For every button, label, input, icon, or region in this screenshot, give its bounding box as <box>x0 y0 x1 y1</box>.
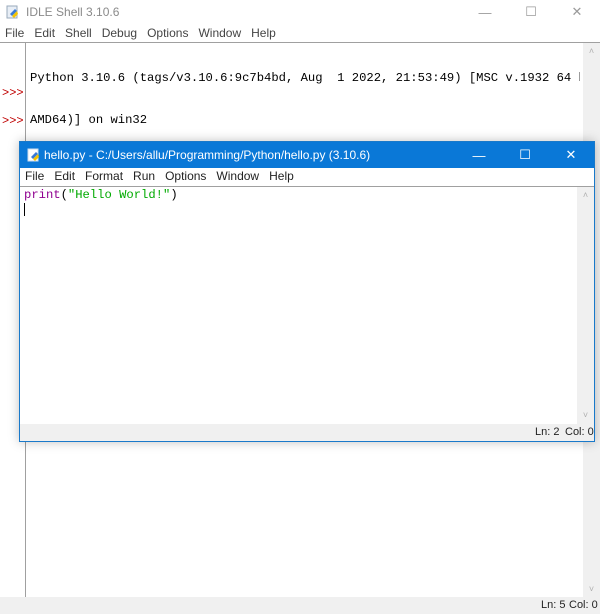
shell-menubar: File Edit Shell Debug Options Window Hel… <box>0 25 281 42</box>
menu-file[interactable]: File <box>0 25 29 42</box>
keyword-token: print <box>24 188 61 202</box>
menu-shell[interactable]: Shell <box>60 25 97 42</box>
maximize-button[interactable]: ☐ <box>508 0 554 24</box>
code-line: print("Hello World!") <box>24 188 178 202</box>
minimize-button[interactable]: — <box>462 0 508 24</box>
menu-run[interactable]: Run <box>128 168 160 185</box>
editor-title: hello.py - C:/Users/allu/Programming/Pyt… <box>44 148 371 162</box>
menu-edit[interactable]: Edit <box>49 168 80 185</box>
menu-help[interactable]: Help <box>246 25 281 42</box>
shell-title: IDLE Shell 3.10.6 <box>26 5 120 19</box>
shell-statusbar: Ln: 5 Col: 0 <box>0 597 600 614</box>
idle-app-icon <box>6 5 18 19</box>
line-indicator: Ln: 5 <box>541 599 566 611</box>
menu-help[interactable]: Help <box>264 168 299 185</box>
python-file-icon <box>27 148 39 162</box>
banner-line: Python 3.10.6 (tags/v3.10.6:9c7b4bd, Aug… <box>30 71 580 85</box>
menu-edit[interactable]: Edit <box>29 25 60 42</box>
menu-format[interactable]: Format <box>80 168 128 185</box>
menu-window[interactable]: Window <box>211 168 264 185</box>
string-token: "Hello World!" <box>67 188 171 202</box>
menu-options[interactable]: Options <box>160 168 211 185</box>
menu-debug[interactable]: Debug <box>97 25 142 42</box>
menu-options[interactable]: Options <box>142 25 193 42</box>
scroll-up-icon[interactable]: ˄ <box>577 187 594 204</box>
paren-token: ( <box>60 188 68 202</box>
editor-statusbar: Ln: 2 Col: 0 <box>20 424 594 441</box>
minimize-button[interactable]: — <box>456 142 502 168</box>
editor-window: hello.py - C:/Users/allu/Programming/Pyt… <box>19 141 595 442</box>
paren-token: ) <box>170 188 178 202</box>
editor-text-area[interactable]: print("Hello World!") ˄ ˅ <box>20 186 594 424</box>
maximize-button[interactable]: ☐ <box>502 142 548 168</box>
editor-titlebar[interactable]: hello.py - C:/Users/allu/Programming/Pyt… <box>20 142 594 168</box>
prompt-marker: >>> <box>2 114 24 128</box>
col-indicator: Col: 0 <box>569 599 598 611</box>
menu-window[interactable]: Window <box>193 25 246 42</box>
scroll-down-icon[interactable]: ˅ <box>583 581 600 598</box>
text-caret <box>24 203 25 216</box>
close-button[interactable]: ✕ <box>548 142 594 168</box>
scroll-up-icon[interactable]: ˄ <box>583 43 600 60</box>
col-indicator: Col: 0 <box>565 426 594 438</box>
prompt-marker: >>> <box>2 86 24 100</box>
banner-line: AMD64)] on win32 <box>30 113 148 127</box>
shell-titlebar[interactable]: IDLE Shell 3.10.6 — ☐ ✕ <box>0 0 600 24</box>
editor-menubar: File Edit Format Run Options Window Help <box>20 168 299 185</box>
line-indicator: Ln: 2 <box>535 426 560 438</box>
editor-scrollbar[interactable]: ˄ ˅ <box>577 187 594 424</box>
scroll-down-icon[interactable]: ˅ <box>577 407 594 424</box>
menu-file[interactable]: File <box>20 168 49 185</box>
close-button[interactable]: ✕ <box>554 0 600 24</box>
